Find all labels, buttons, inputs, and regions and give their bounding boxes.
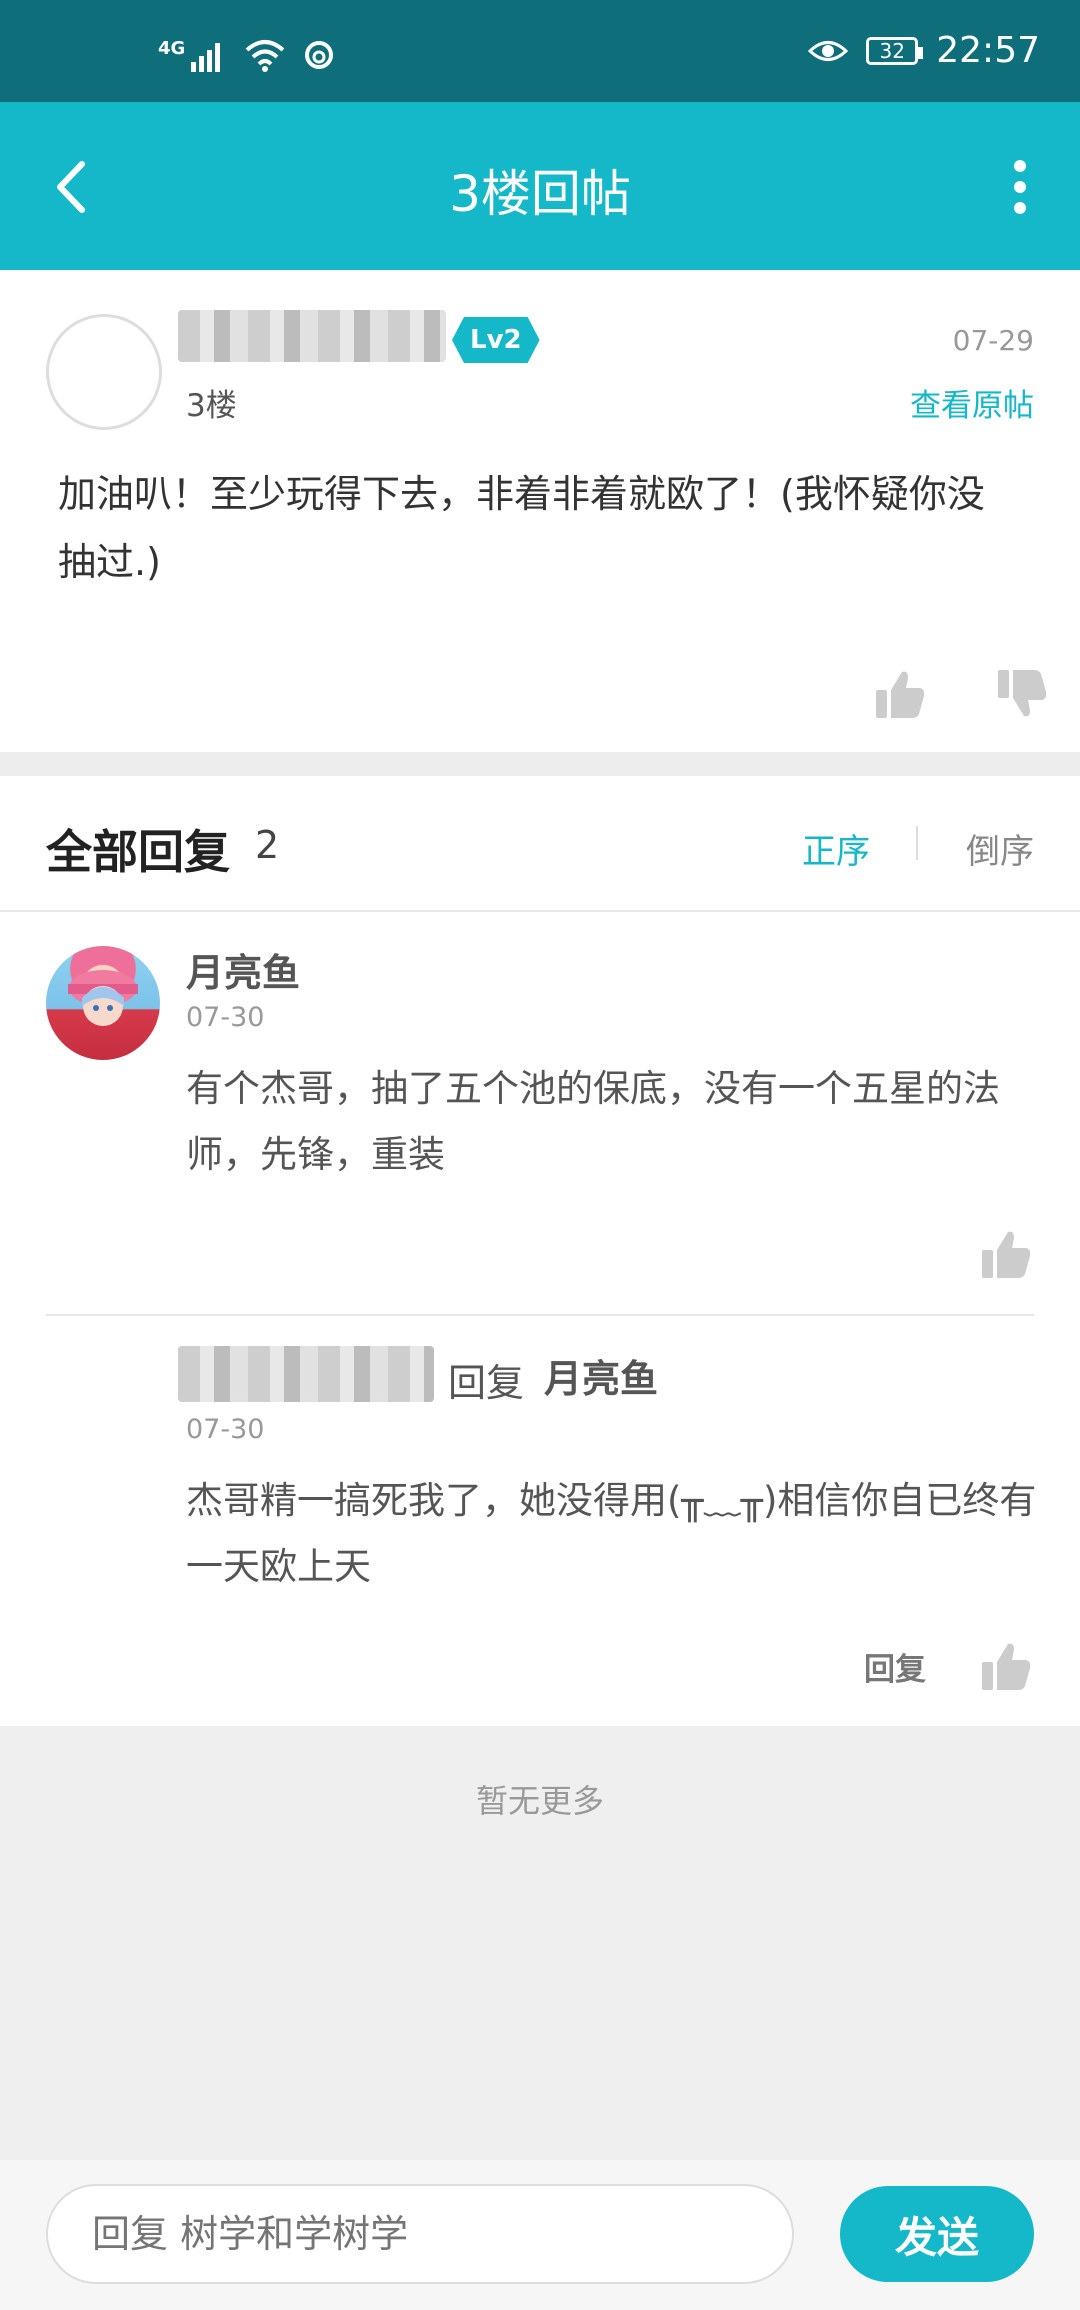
level-badge: Lv2 [452, 317, 540, 363]
like-button[interactable] [978, 1638, 1034, 1694]
sub-reply-content: 杰哥精一搞死我了，她没得用(╥﹏╥)相信你自已终有一天欧上天 [186, 1479, 1037, 1588]
more-vertical-icon [1014, 160, 1026, 214]
battery-level: 32 [879, 38, 905, 63]
replies-title: 全部回复 [46, 825, 230, 879]
reply-content: 有个杰哥，抽了五个池的保底，没有一个五星的法师，先锋，重装 [186, 1067, 1000, 1176]
thumb-up-icon [982, 1231, 1031, 1278]
page-title: 3楼回帖 [449, 165, 631, 223]
username-blurred[interactable] [178, 310, 446, 362]
network-label: 4G [158, 37, 186, 59]
sort-separator [916, 826, 918, 860]
sort-ascending-tab[interactable]: 正序 [802, 824, 870, 873]
avatar[interactable] [46, 314, 162, 430]
like-button[interactable] [978, 1226, 1034, 1282]
reply-username[interactable]: 月亮鱼 [186, 942, 300, 997]
eye-icon [808, 40, 849, 61]
dislike-button[interactable] [994, 666, 1050, 722]
reply-date: 07-30 [186, 1002, 265, 1033]
reply-divider [46, 1314, 1034, 1316]
more-button[interactable] [990, 152, 1050, 222]
reply-bar: 发送 [0, 2160, 1080, 2310]
thumb-up-icon [876, 671, 925, 718]
reply-input[interactable] [46, 2184, 794, 2284]
wifi-icon [245, 40, 285, 72]
replies-header: 全部回复 2 正序 倒序 [0, 776, 1080, 912]
status-icons-right: 32 22:57 [808, 30, 1040, 71]
signal-icon [191, 43, 221, 72]
sort-descending-tab[interactable]: 倒序 [966, 824, 1034, 873]
view-original-link[interactable]: 查看原帖 [910, 380, 1034, 425]
avatar[interactable] [46, 946, 160, 1060]
section-divider [0, 752, 1080, 776]
thumb-up-icon [982, 1643, 1031, 1690]
no-more-label: 暂无更多 [475, 1782, 604, 1820]
anime-avatar-icon [68, 970, 138, 1026]
app-bar: 3楼回帖 [0, 102, 1080, 270]
status-time: 22:57 [936, 30, 1040, 71]
like-button[interactable] [872, 666, 928, 722]
send-button[interactable]: 发送 [840, 2186, 1034, 2282]
floor-label: 3楼 [186, 388, 237, 424]
replies-count: 2 [255, 823, 280, 867]
replies-section: 全部回复 2 正序 倒序 月亮鱼 07-30 有个杰哥，抽了五个池的保底，没有一… [0, 776, 1080, 1726]
status-icons-left: 4G [158, 38, 335, 72]
hotspot-icon [305, 41, 334, 69]
sub-reply-label: 回复 [448, 1361, 525, 1405]
sub-reply-date: 07-30 [186, 1414, 265, 1445]
thumb-down-icon [998, 670, 1047, 717]
post-content: 加油叭！至少玩得下去，非着非着就欧了！(我怀疑你没抽过.) [58, 472, 985, 584]
sub-reply-target-name[interactable]: 月亮鱼 [544, 1348, 658, 1403]
status-bar: 4G 32 22:57 [0, 0, 1080, 102]
floor-post: Lv2 3楼 07-29 查看原帖 加油叭！至少玩得下去，非着非着就欧了！(我怀… [0, 270, 1080, 752]
battery-icon: 32 [866, 36, 924, 65]
reply-action-button[interactable]: 回复 [864, 1644, 926, 1689]
sub-reply-username-blurred[interactable] [178, 1346, 434, 1402]
post-date: 07-29 [952, 324, 1034, 357]
